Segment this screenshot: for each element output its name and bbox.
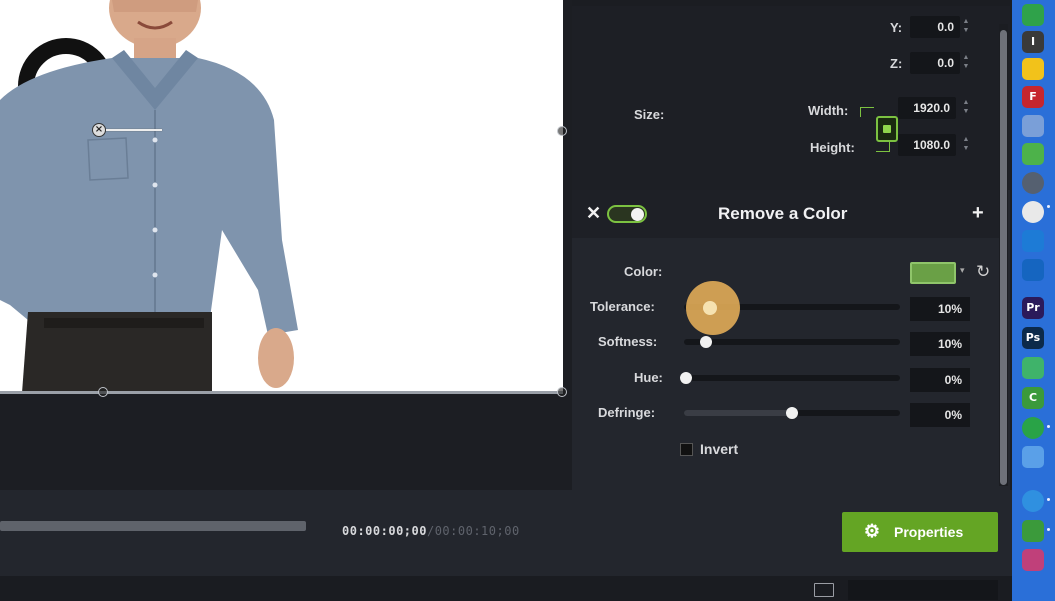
tolerance-value[interactable]: 10% [910, 297, 970, 321]
height-label: Height: [810, 140, 855, 155]
camtasia-recorder-app-icon[interactable] [1022, 520, 1044, 542]
lock-icon[interactable] [876, 116, 898, 142]
color-swatch[interactable] [910, 262, 956, 284]
chrome-app-icon[interactable] [1022, 201, 1044, 223]
effect-title: Remove a Color [718, 204, 848, 223]
hue-label: Hue: [634, 370, 663, 385]
chevron-down-icon[interactable]: ▾ [960, 265, 965, 276]
height-stepper[interactable]: ▲ ▼ [962, 135, 970, 155]
height-field[interactable]: 1080.0 [898, 134, 956, 156]
timecode-total: /00:00:10;00 [426, 524, 520, 538]
size-label: Size: [634, 107, 665, 122]
video-preview[interactable]: × [0, 0, 563, 393]
export-frame-icon[interactable] [814, 583, 834, 597]
softness-slider-knob[interactable] [700, 336, 712, 348]
status-field[interactable] [848, 580, 998, 600]
invert-label: Invert [700, 441, 739, 457]
resize-handle-right[interactable] [557, 126, 567, 136]
running-indicator [1047, 425, 1050, 428]
running-indicator [1047, 498, 1050, 501]
notes-app-icon[interactable] [1022, 58, 1044, 80]
running-indicator [1047, 528, 1050, 531]
presenter-image [0, 0, 298, 393]
defringe-slider-knob[interactable] [786, 407, 798, 419]
running-indicator [1047, 205, 1050, 208]
messages-app-icon[interactable] [1022, 4, 1044, 26]
softness-label: Softness: [598, 334, 658, 349]
cursor-highlight [686, 281, 740, 335]
y-stepper[interactable]: ▲ ▼ [962, 17, 970, 37]
softness-value[interactable]: 10% [910, 332, 970, 356]
dock-app-i-icon[interactable]: I [1022, 31, 1044, 53]
properties-button[interactable]: ⚙ Properties [842, 512, 998, 552]
camtasia-app-icon[interactable]: C [1022, 387, 1044, 409]
photos-app-icon[interactable] [1022, 115, 1044, 137]
filezilla-app-icon[interactable]: F [1022, 86, 1044, 108]
settings-app-icon[interactable] [1022, 172, 1044, 194]
invert-checkbox[interactable] [680, 443, 693, 456]
z-label: Z: [890, 56, 903, 71]
width-field[interactable]: 1920.0 [898, 97, 956, 119]
outlook-app-icon[interactable] [1022, 259, 1044, 281]
rotation-handle-line [106, 129, 162, 131]
close-icon[interactable]: ✕ [586, 203, 601, 224]
aspect-lock-bracket-top [860, 107, 874, 117]
hue-value[interactable]: 0% [910, 368, 970, 392]
spotify-app-icon[interactable] [1022, 417, 1044, 439]
softness-slider[interactable] [684, 339, 900, 345]
finder-app-icon[interactable] [1022, 446, 1044, 468]
plus-icon[interactable]: + [972, 202, 984, 225]
rotation-handle[interactable]: × [92, 123, 172, 137]
frame-border [0, 391, 563, 394]
gear-icon: ⚙ [863, 521, 881, 541]
defringe-slider-fill [684, 410, 792, 416]
hue-slider-knob[interactable] [680, 372, 692, 384]
width-stepper[interactable]: ▲ ▼ [962, 98, 970, 118]
facetime-app-icon[interactable] [1022, 143, 1044, 165]
panel-scrollbar-thumb[interactable] [1000, 30, 1007, 485]
center-handle-icon[interactable]: × [92, 123, 106, 137]
defringe-label: Defringe: [598, 405, 656, 420]
hue-slider[interactable] [684, 375, 900, 381]
color-label: Color: [624, 264, 663, 279]
reset-icon[interactable]: ↻ [976, 262, 990, 282]
resize-handle-bottom-right[interactable] [557, 387, 567, 397]
photoshop-app-icon[interactable]: Ps [1022, 327, 1044, 349]
timecode: 00:00:00;00/00:00:10;00 [342, 524, 520, 538]
playback-scrubber[interactable] [0, 521, 306, 531]
tolerance-label: Tolerance: [590, 299, 655, 314]
sourcetree-app-icon[interactable] [1022, 230, 1044, 252]
aspect-lock-bracket-bottom [876, 142, 890, 152]
canvas-area: × [0, 0, 572, 490]
search-app-icon[interactable] [1022, 490, 1044, 512]
defringe-value[interactable]: 0% [910, 403, 970, 427]
misc-app-icon[interactable] [1022, 549, 1044, 571]
y-label: Y: [890, 20, 903, 35]
properties-button-label: Properties [894, 524, 964, 540]
y-field[interactable]: 0.0 [910, 16, 960, 38]
premiere-app-icon[interactable]: Pr [1022, 297, 1044, 319]
effect-enable-toggle[interactable] [607, 205, 647, 223]
z-stepper[interactable]: ▲ ▼ [962, 53, 970, 73]
resize-handle-bottom[interactable] [98, 387, 108, 397]
green-app-icon[interactable] [1022, 357, 1044, 379]
timecode-current: 00:00:00;00 [342, 524, 427, 538]
width-label: Width: [808, 103, 849, 118]
z-field[interactable]: 0.0 [910, 52, 960, 74]
